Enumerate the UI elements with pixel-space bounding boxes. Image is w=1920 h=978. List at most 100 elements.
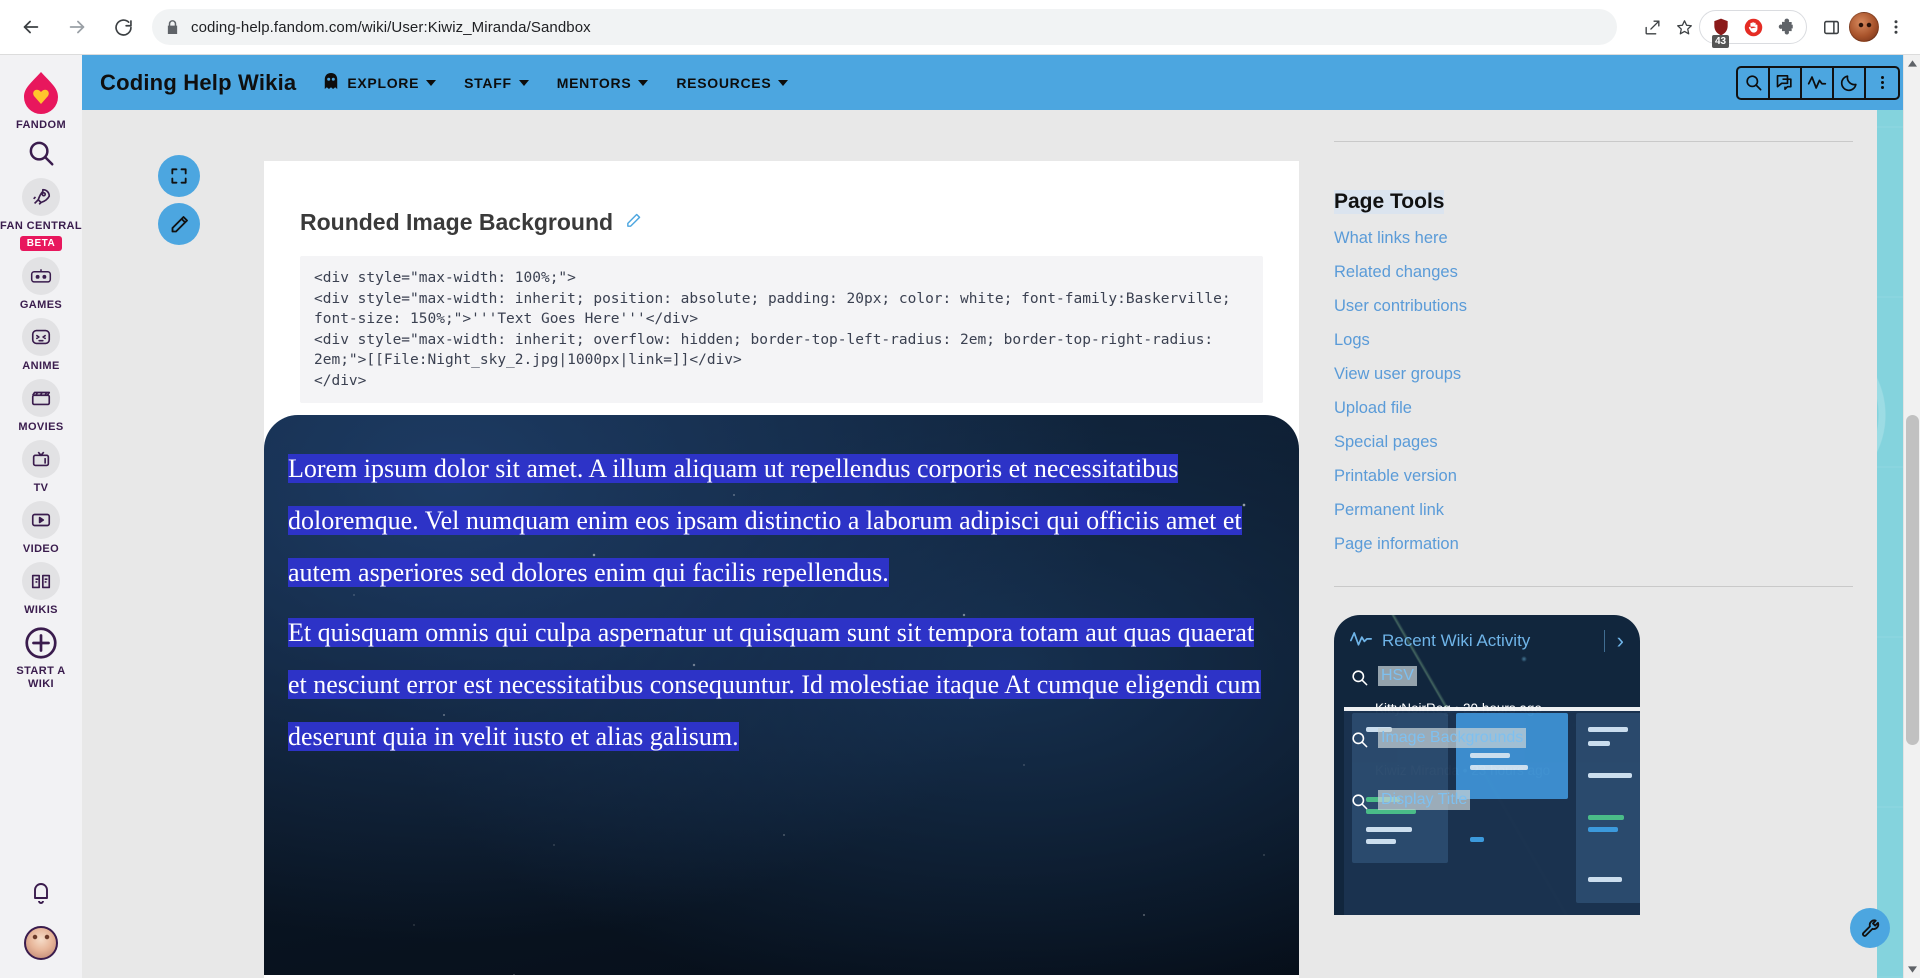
overlay-paragraph-2: Et quisquam omnis qui culpa aspernatur u… xyxy=(288,607,1275,763)
fandom-global-rail: FANDOM FAN CENTRAL BETA GAMES ANIME MOVI… xyxy=(0,55,82,978)
wrench-tools-icon[interactable] xyxy=(1850,908,1890,948)
ghost-icon xyxy=(322,73,340,92)
sidebar-label-fan-central: FAN CENTRAL xyxy=(0,220,83,232)
fandom-search-icon[interactable] xyxy=(26,138,56,168)
sidebar-item-special-pages[interactable]: Special pages xyxy=(1334,426,1853,460)
nav-label-staff: STAFF xyxy=(464,74,512,91)
recent-activity-title: Recent Wiki Activity xyxy=(1382,630,1531,650)
page-viewport: Page Tools What links here Related chang… xyxy=(0,55,1920,978)
sidebar-item-printable-version[interactable]: Printable version xyxy=(1334,460,1853,494)
open-book-icon xyxy=(22,562,60,600)
sidebar-item-logs[interactable]: Logs xyxy=(1334,324,1853,358)
rocket-icon xyxy=(22,178,60,216)
edit-pencil-icon[interactable] xyxy=(625,212,642,234)
sidebar-item-movies[interactable]: MOVIES xyxy=(18,379,63,434)
recent-wiki-activity-card: Recent Wiki Activity › HSV KittyNoirReg … xyxy=(1334,615,1640,915)
nav-item-staff[interactable]: STAFF xyxy=(464,75,529,91)
nav-label-mentors: MENTORS xyxy=(556,74,632,91)
three-dot-menu-icon[interactable] xyxy=(1882,10,1910,44)
browser-toolbar-right: 43 xyxy=(1699,10,1920,48)
sidebar-label-movies: MOVIES xyxy=(18,421,64,433)
image-overlay-text: Lorem ipsum dolor sit amet. A illum aliq… xyxy=(264,415,1299,799)
bell-icon[interactable] xyxy=(29,880,53,910)
activity-page-link[interactable]: Image Backgrounds xyxy=(1378,728,1527,748)
article-content: Rounded Image Background <div style="max… xyxy=(264,161,1299,978)
sidebar-item-anime[interactable]: ANIME xyxy=(22,318,60,373)
wiki-activity-pulse-icon[interactable] xyxy=(1802,67,1834,98)
omnibox-actions xyxy=(1637,12,1699,42)
reload-button[interactable] xyxy=(102,6,144,48)
anime-face-icon xyxy=(22,318,60,356)
three-dot-menu-icon[interactable] xyxy=(1866,68,1898,98)
rail-bottom-actions xyxy=(24,880,58,960)
user-avatar[interactable] xyxy=(24,926,58,960)
dark-mode-moon-icon[interactable] xyxy=(1834,67,1866,98)
sidebar-item-view-user-groups[interactable]: View user groups xyxy=(1334,358,1853,392)
fullscreen-expand-icon[interactable] xyxy=(158,155,200,197)
ublock-badge: 43 xyxy=(1712,35,1730,48)
nav-item-resources[interactable]: RESOURCES xyxy=(676,74,789,91)
browser-nav-buttons xyxy=(0,6,144,48)
sidebar-divider-bottom xyxy=(1334,586,1853,587)
sidebar-item-page-information[interactable]: Page information xyxy=(1334,528,1853,562)
selected-text-2: Et quisquam omnis qui culpa aspernatur u… xyxy=(288,618,1261,751)
address-bar[interactable]: coding-help.fandom.com/wiki/User:Kiwiz_M… xyxy=(152,9,1617,45)
sidebar-item-upload-file[interactable]: Upload file xyxy=(1334,392,1853,426)
share-icon[interactable] xyxy=(1637,12,1667,42)
fandom-logo[interactable]: FANDOM xyxy=(16,71,66,132)
chevron-down-icon xyxy=(778,79,789,86)
chevron-down-icon xyxy=(638,79,649,86)
beta-badge: BETA xyxy=(19,236,63,251)
chevron-right-icon[interactable]: › xyxy=(1603,629,1624,652)
chevron-down-icon xyxy=(518,79,529,86)
discussions-icon[interactable] xyxy=(1770,67,1802,98)
ublock-shield-icon[interactable]: 43 xyxy=(1706,12,1736,48)
search-icon[interactable] xyxy=(1738,67,1770,98)
activity-item-display-title[interactable]: Display Title xyxy=(1334,784,1640,822)
sidebar-item-user-contributions[interactable]: User contributions xyxy=(1334,290,1853,324)
nav-label-resources: RESOURCES xyxy=(676,74,772,91)
sidebar-item-tv[interactable]: TV xyxy=(22,440,60,495)
sidebar-item-what-links-here[interactable]: What links here xyxy=(1334,222,1853,256)
puzzle-icon[interactable] xyxy=(1770,12,1800,42)
activity-item-image-backgrounds[interactable]: Image Backgrounds xyxy=(1334,722,1640,760)
profile-avatar-icon[interactable] xyxy=(1849,12,1879,42)
sidebar-label-tv: TV xyxy=(33,482,49,494)
magnifier-icon xyxy=(1350,792,1369,816)
forward-button[interactable] xyxy=(56,6,98,48)
sidebar-label-wikis: WIKIS xyxy=(24,604,58,616)
activity-item-hsv[interactable]: HSV xyxy=(1334,660,1640,698)
nav-label-explore: EXPLORE xyxy=(347,74,420,91)
nav-item-explore[interactable]: EXPLORE xyxy=(322,73,437,92)
wiki-title[interactable]: Coding Help Wikia xyxy=(100,70,296,96)
nav-item-mentors[interactable]: MENTORS xyxy=(557,75,649,91)
scrollbar-thumb[interactable] xyxy=(1906,415,1919,745)
scrollbar-down-arrow[interactable] xyxy=(1904,961,1920,978)
back-button[interactable] xyxy=(10,6,52,48)
sidebar-label-games: GAMES xyxy=(19,299,63,311)
sidebar-label-anime: ANIME xyxy=(22,360,60,372)
url-text: coding-help.fandom.com/wiki/User:Kiwiz_M… xyxy=(191,18,591,36)
page-scrollbar[interactable] xyxy=(1903,55,1920,978)
sidebar-item-related-changes[interactable]: Related changes xyxy=(1334,256,1853,290)
sidebar-item-permanent-link[interactable]: Permanent link xyxy=(1334,494,1853,528)
edit-pencil-icon[interactable] xyxy=(158,203,200,245)
selected-text-1: Lorem ipsum dolor sit amet. A illum aliq… xyxy=(288,454,1242,587)
sidebar-item-video[interactable]: VIDEO xyxy=(22,501,60,556)
side-panel-icon[interactable] xyxy=(1816,12,1846,42)
activity-pulse-icon xyxy=(1350,629,1372,652)
content-shell: Page Tools What links here Related chang… xyxy=(82,95,1877,978)
activity-page-link[interactable]: HSV xyxy=(1378,666,1417,686)
star-icon[interactable] xyxy=(1669,12,1699,42)
sidebar-label-video: VIDEO xyxy=(22,543,60,555)
sidebar-item-start-a-wiki[interactable]: START A WIKI xyxy=(10,625,72,691)
rounded-image-background-demo: Lorem ipsum dolor sit amet. A illum aliq… xyxy=(264,415,1299,975)
adblock-hand-icon[interactable] xyxy=(1738,12,1768,42)
sidebar-item-fan-central[interactable]: FAN CENTRAL BETA xyxy=(0,178,82,251)
sidebar-item-games[interactable]: GAMES xyxy=(20,257,62,312)
activity-page-link[interactable]: Display Title xyxy=(1378,790,1471,810)
video-play-icon xyxy=(22,501,60,539)
sidebar-item-wikis[interactable]: WIKIS xyxy=(22,562,60,617)
scrollbar-up-arrow[interactable] xyxy=(1904,55,1920,72)
page-title: Rounded Image Background xyxy=(300,209,614,235)
